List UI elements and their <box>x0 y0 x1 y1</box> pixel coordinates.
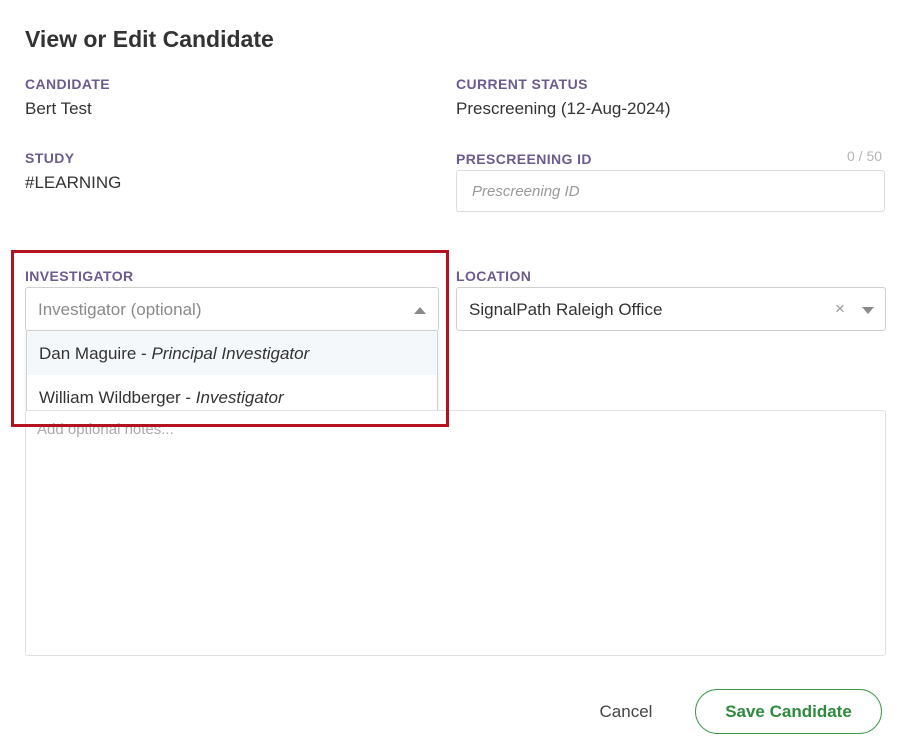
prescreening-id-counter: 0 / 50 <box>847 148 883 164</box>
option-role: Investigator <box>195 388 284 407</box>
location-value: SignalPath Raleigh Office <box>469 300 663 319</box>
chevron-up-icon[interactable] <box>414 307 426 314</box>
investigator-placeholder: Investigator (optional) <box>38 300 202 319</box>
page-title: View or Edit Candidate <box>25 26 274 52</box>
option-name: Dan Maguire <box>39 344 137 363</box>
cancel-button[interactable]: Cancel <box>588 697 664 727</box>
location-label: LOCATION <box>456 268 532 284</box>
option-role: Principal Investigator <box>151 344 310 363</box>
candidate-value: Bert Test <box>25 99 92 118</box>
candidate-label: CANDIDATE <box>25 76 111 92</box>
investigator-option-dan-maguire[interactable]: Dan Maguire - Principal Investigator <box>27 331 437 375</box>
investigator-dropdown-menu: Dan Maguire - Principal Investigator Wil… <box>26 331 438 419</box>
option-separator: - <box>180 388 196 407</box>
chevron-down-icon[interactable] <box>862 307 874 314</box>
location-select[interactable]: SignalPath Raleigh Office × <box>456 287 886 331</box>
current-status-label: CURRENT STATUS <box>456 76 588 92</box>
option-name: William Wildberger <box>39 388 181 407</box>
study-value: #LEARNING <box>25 173 122 192</box>
study-label: STUDY <box>25 150 75 166</box>
investigator-select[interactable]: Investigator (optional) <box>25 287 439 331</box>
investigator-label: INVESTIGATOR <box>25 268 134 284</box>
current-status-value: Prescreening (12-Aug-2024) <box>456 99 671 118</box>
notes-textarea[interactable] <box>25 410 886 656</box>
close-icon[interactable]: × <box>835 300 845 317</box>
save-candidate-button[interactable]: Save Candidate <box>695 689 882 734</box>
option-separator: - <box>136 344 152 363</box>
prescreening-id-input[interactable] <box>456 170 885 212</box>
prescreening-id-label: PRESCREENING ID <box>456 151 592 167</box>
